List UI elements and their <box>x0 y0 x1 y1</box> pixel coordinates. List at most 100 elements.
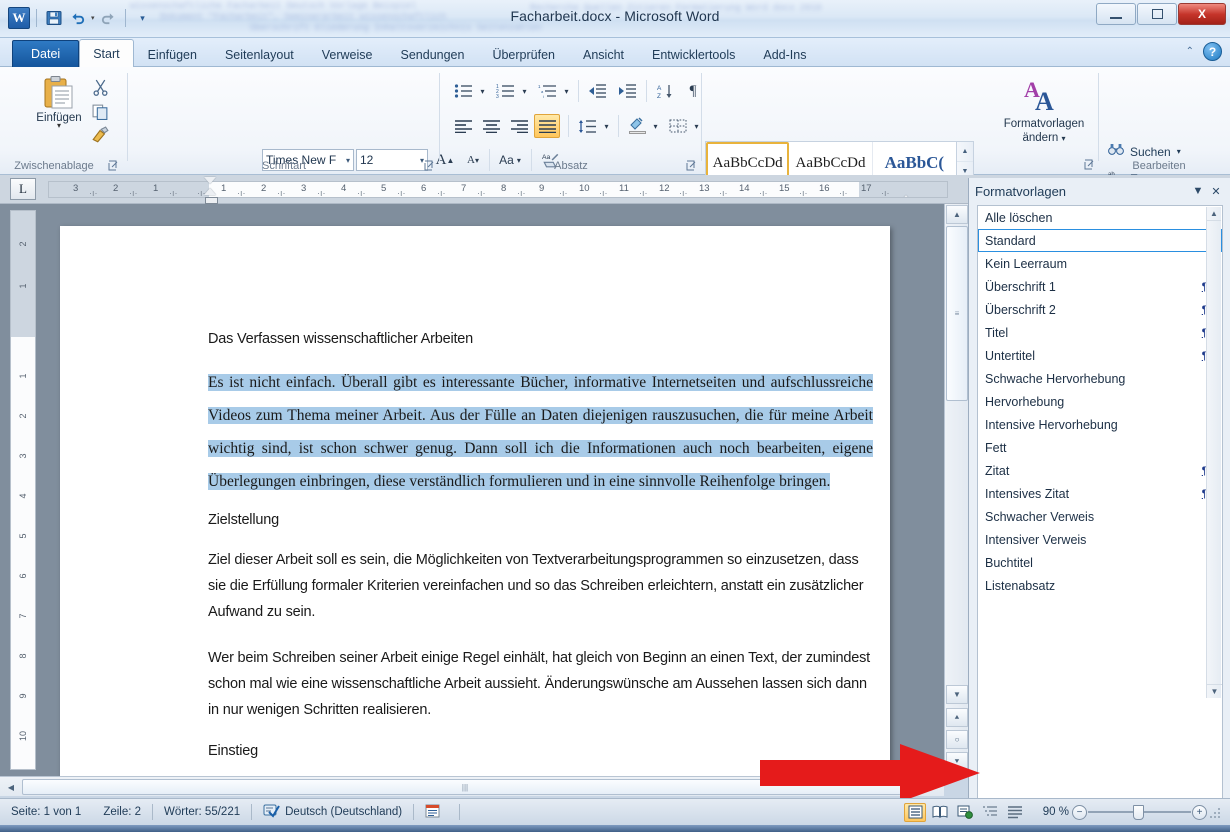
change-styles-button[interactable]: A A Formatvorlagen ändern ▾ <box>995 77 1093 146</box>
list-item[interactable]: Hervorhebung a <box>978 390 1222 413</box>
bullets-caret-icon[interactable]: ▾ <box>476 79 489 103</box>
tab-start[interactable]: Start <box>79 39 134 67</box>
paste-button[interactable]: Einfügen ▾ <box>30 75 88 130</box>
zoom-in-button[interactable]: + <box>1192 804 1207 820</box>
proofing-status[interactable]: Deutsch (Deutschland) <box>252 803 413 821</box>
styles-list[interactable]: ▲ ▼ Alle löschen Standard ¶ Kein Leerrau… <box>977 205 1223 832</box>
list-item[interactable]: Intensiver Verweis a <box>978 528 1222 551</box>
document-vertical-scrollbar[interactable]: ▲ ≡ ▼ ⯅ ○ ⯆ <box>944 204 968 776</box>
list-item[interactable]: Schwacher Verweis a <box>978 505 1222 528</box>
tab-entwicklertools[interactable]: Entwicklertools <box>638 41 749 67</box>
shading-button[interactable] <box>624 112 650 138</box>
format-painter-button[interactable] <box>88 123 112 147</box>
help-icon[interactable]: ? <box>1203 42 1222 61</box>
view-draft-button[interactable] <box>1004 803 1026 822</box>
multilevel-list-button[interactable]: 1ai <box>534 79 560 103</box>
document-page[interactable]: Das Verfassen wissenschaftlicher Arbeite… <box>60 226 890 776</box>
cut-button[interactable] <box>88 75 112 99</box>
first-line-indent-marker[interactable] <box>204 177 216 184</box>
scroll-left-button[interactable]: ◀ <box>2 779 20 795</box>
line-indicator[interactable]: Zeile: 2 <box>92 806 152 818</box>
document-body[interactable]: Das Verfassen wissenschaftlicher Arbeite… <box>208 331 873 776</box>
list-item[interactable]: Buchtitel a <box>978 551 1222 574</box>
zoom-level[interactable]: 90 % <box>1029 806 1069 818</box>
view-outline-button[interactable] <box>979 803 1001 822</box>
collapse-ribbon-icon[interactable]: ⌃ <box>1186 46 1194 57</box>
close-button[interactable]: X <box>1178 3 1226 25</box>
maximize-button[interactable] <box>1137 3 1177 25</box>
list-item[interactable]: Alle löschen <box>978 206 1222 229</box>
tab-ansicht[interactable]: Ansicht <box>569 41 638 67</box>
find-caret-icon[interactable]: ▾ <box>1177 147 1181 156</box>
list-item[interactable]: Überschrift 1 ¶a <box>978 275 1222 298</box>
view-controls[interactable]: 90 % − + <box>904 802 1230 822</box>
close-icon[interactable]: ✕ <box>1207 182 1225 200</box>
list-item[interactable]: Zitat ¶a <box>978 459 1222 482</box>
clipboard-dialog-launcher[interactable] <box>107 159 120 172</box>
pane-menu-icon[interactable]: ▼ <box>1189 182 1207 200</box>
line-spacing-caret-icon[interactable]: ▾ <box>600 114 613 138</box>
list-item[interactable]: Kein Leerraum ¶ <box>978 252 1222 275</box>
view-web-layout-button[interactable] <box>954 803 976 822</box>
tab-add-ins[interactable]: Add-Ins <box>749 41 820 67</box>
shading-caret-icon[interactable]: ▾ <box>649 114 662 138</box>
right-indent-marker[interactable] <box>900 195 912 197</box>
resize-grip-icon[interactable] <box>1210 806 1222 818</box>
numbering-caret-icon[interactable]: ▾ <box>518 79 531 103</box>
change-styles-caret-icon[interactable]: ▾ <box>1062 134 1066 143</box>
macro-recording-button[interactable] <box>414 804 451 821</box>
ruler-track[interactable]: 3 ·ı· 2 ·ı· 1 ·ı· 1 ·ı· ·ı· 2 ·ı· 3 ·ı· … <box>48 181 948 198</box>
align-center-button[interactable] <box>478 114 504 138</box>
select-browse-object-button[interactable]: ○ <box>946 730 968 749</box>
document-canvas[interactable]: Das Verfassen wissenschaftlicher Arbeite… <box>0 204 968 776</box>
tab-seitenlayout[interactable]: Seitenlayout <box>211 41 308 67</box>
align-left-button[interactable] <box>450 114 476 138</box>
increase-indent-button[interactable] <box>614 79 640 103</box>
styles-scroll-up-button[interactable]: ▲ <box>1207 207 1221 221</box>
list-item[interactable]: Überschrift 2 ¶a <box>978 298 1222 321</box>
find-button[interactable]: Suchen ▾ <box>1108 143 1181 160</box>
tab-ueberpruefen[interactable]: Überprüfen <box>478 41 569 67</box>
tab-stop-selector[interactable]: L <box>10 178 36 200</box>
bullets-button[interactable] <box>450 79 476 103</box>
zoom-slider[interactable]: − + <box>1072 803 1207 821</box>
numbering-button[interactable]: 123 <box>492 79 518 103</box>
tab-einfuegen[interactable]: Einfügen <box>134 41 211 67</box>
word-count[interactable]: Wörter: 55/221 <box>153 806 251 818</box>
document-horizontal-scrollbar[interactable]: ◀ ||| <box>0 776 944 796</box>
ribbon-right-controls[interactable]: ⌃ ? <box>1186 42 1222 61</box>
justify-button[interactable] <box>534 114 560 138</box>
styles-list-scrollbar[interactable]: ▲ ▼ <box>1206 207 1222 698</box>
tab-datei[interactable]: Datei <box>12 40 80 67</box>
scroll-up-button[interactable]: ▲ <box>946 205 968 224</box>
hscrollbar-thumb[interactable]: ||| <box>22 779 908 795</box>
list-item[interactable]: Listenabsatz ¶ <box>978 574 1222 597</box>
styles-scroll-down-button[interactable]: ▼ <box>1207 684 1222 698</box>
borders-button[interactable] <box>665 114 691 138</box>
multilevel-caret-icon[interactable]: ▾ <box>560 79 573 103</box>
copy-button[interactable] <box>88 99 112 123</box>
styles-dialog-launcher[interactable] <box>1083 158 1096 171</box>
paragraph-dialog-launcher[interactable] <box>685 159 698 172</box>
window-controls[interactable]: X <box>1096 3 1226 25</box>
line-spacing-button[interactable] <box>574 114 600 138</box>
zoom-out-button[interactable]: − <box>1072 804 1087 820</box>
list-item[interactable]: Standard ¶ <box>978 229 1222 252</box>
left-indent-marker[interactable] <box>205 197 218 204</box>
list-item[interactable]: Titel ¶a <box>978 321 1222 344</box>
page-indicator[interactable]: Seite: 1 von 1 <box>0 806 92 818</box>
decrease-indent-button[interactable] <box>584 79 610 103</box>
list-item[interactable]: Fett a <box>978 436 1222 459</box>
list-item[interactable]: Untertitel ¶a <box>978 344 1222 367</box>
view-print-layout-button[interactable] <box>904 802 926 822</box>
font-dialog-launcher[interactable] <box>423 159 436 172</box>
next-page-button[interactable]: ⯆ <box>946 752 968 771</box>
tab-verweise[interactable]: Verweise <box>308 41 387 67</box>
list-item[interactable]: Intensives Zitat ¶a <box>978 482 1222 505</box>
scrollbar-thumb[interactable]: ≡ <box>946 226 968 401</box>
list-item[interactable]: Intensive Hervorhebung a <box>978 413 1222 436</box>
gallery-scroll-up-button[interactable]: ▲ <box>957 142 973 163</box>
minimize-button[interactable] <box>1096 3 1136 25</box>
sort-button[interactable]: AZ <box>652 79 678 103</box>
scroll-down-button[interactable]: ▼ <box>946 685 968 704</box>
